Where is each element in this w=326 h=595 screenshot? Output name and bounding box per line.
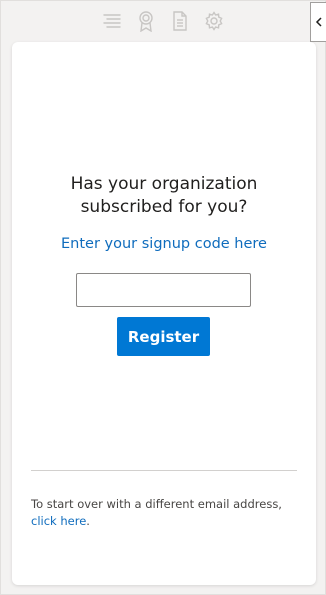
footer-period: . (86, 514, 90, 528)
footer-text: To start over with a different email add… (31, 497, 282, 511)
gear-icon[interactable] (203, 10, 225, 32)
page-title: Has your organization subscribed for you… (12, 173, 316, 219)
footer-message: To start over with a different email add… (31, 496, 301, 530)
signup-card: Has your organization subscribed for you… (12, 42, 316, 585)
chevron-left-icon (315, 17, 322, 27)
start-over-link[interactable]: click here (31, 514, 86, 528)
signup-code-prompt: Enter your signup code here (61, 236, 267, 252)
document-icon[interactable] (169, 10, 191, 32)
divider (31, 470, 297, 471)
signup-code-input[interactable] (76, 273, 251, 307)
award-icon[interactable] (135, 10, 157, 32)
toolbar (0, 8, 326, 34)
register-button[interactable]: Register (117, 317, 210, 356)
list-icon[interactable] (101, 10, 123, 32)
heading-line-1: Has your organization (70, 174, 258, 194)
collapse-pane-button[interactable] (310, 2, 326, 42)
heading-line-2: subscribed for you? (80, 197, 248, 217)
